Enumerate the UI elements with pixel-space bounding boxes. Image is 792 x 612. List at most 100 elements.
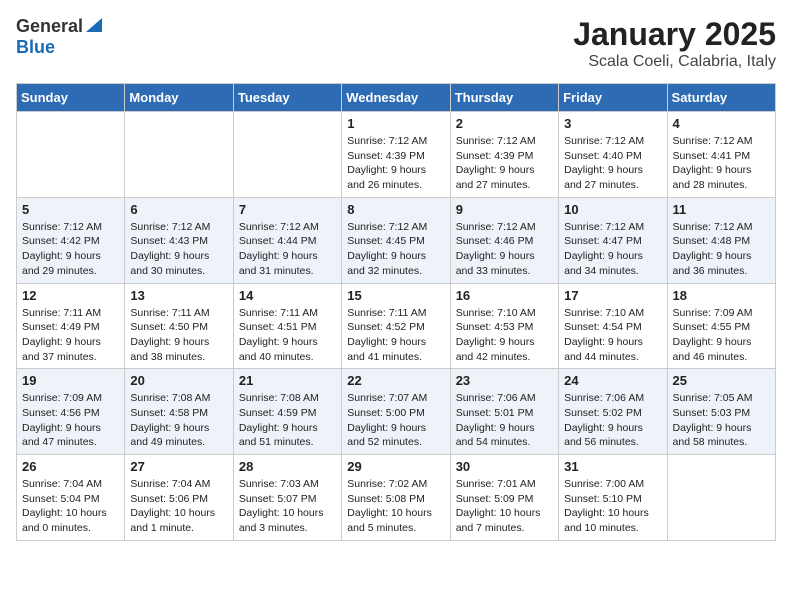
calendar-cell: 19 Sunrise: 7:09 AM Sunset: 4:56 PM Dayli… [17,369,125,455]
cell-details: Sunrise: 7:04 AM Sunset: 5:06 PM Dayligh… [130,477,227,536]
day-number: 30 [456,459,553,474]
calendar-cell [17,112,125,198]
calendar-cell: 16 Sunrise: 7:10 AM Sunset: 4:53 PM Dayli… [450,283,558,369]
day-number: 17 [564,288,661,303]
day-number: 31 [564,459,661,474]
day-number: 27 [130,459,227,474]
calendar-cell: 15 Sunrise: 7:11 AM Sunset: 4:52 PM Dayli… [342,283,450,369]
cell-details: Sunrise: 7:12 AM Sunset: 4:43 PM Dayligh… [130,220,227,279]
calendar-cell: 4 Sunrise: 7:12 AM Sunset: 4:41 PM Daylig… [667,112,775,198]
cell-details: Sunrise: 7:12 AM Sunset: 4:44 PM Dayligh… [239,220,336,279]
logo-general-text: General [16,16,83,37]
calendar-table: SundayMondayTuesdayWednesdayThursdayFrid… [16,83,776,541]
calendar-cell: 26 Sunrise: 7:04 AM Sunset: 5:04 PM Dayli… [17,455,125,541]
calendar-cell: 11 Sunrise: 7:12 AM Sunset: 4:48 PM Dayli… [667,197,775,283]
day-number: 23 [456,373,553,388]
calendar-cell: 3 Sunrise: 7:12 AM Sunset: 4:40 PM Daylig… [559,112,667,198]
calendar-cell: 28Sunrise: 7:03 AM Sunset: 5:07 PM Dayli… [233,455,341,541]
day-number: 13 [130,288,227,303]
cell-details: Sunrise: 7:12 AM Sunset: 4:39 PM Dayligh… [456,134,553,193]
day-number: 8 [347,202,444,217]
calendar-cell: 5 Sunrise: 7:12 AM Sunset: 4:42 PM Daylig… [17,197,125,283]
day-number: 26 [22,459,119,474]
calendar-cell [233,112,341,198]
calendar-cell: 29 Sunrise: 7:02 AM Sunset: 5:08 PM Dayli… [342,455,450,541]
calendar-cell: 25Sunrise: 7:05 AM Sunset: 5:03 PM Dayli… [667,369,775,455]
location: Scala Coeli, Calabria, Italy [573,53,776,71]
calendar-cell: 9 Sunrise: 7:12 AM Sunset: 4:46 PM Daylig… [450,197,558,283]
cell-details: Sunrise: 7:10 AM Sunset: 4:54 PM Dayligh… [564,306,661,365]
day-number: 15 [347,288,444,303]
day-number: 22 [347,373,444,388]
weekday-header-monday: Monday [125,84,233,112]
cell-details: Sunrise: 7:12 AM Sunset: 4:45 PM Dayligh… [347,220,444,279]
cell-details: Sunrise: 7:01 AM Sunset: 5:09 PM Dayligh… [456,477,553,536]
logo-blue-text: Blue [16,37,55,57]
day-number: 24 [564,373,661,388]
cell-details: Sunrise: 7:11 AM Sunset: 4:49 PM Dayligh… [22,306,119,365]
weekday-header-sunday: Sunday [17,84,125,112]
week-row-1: 1Sunrise: 7:12 AM Sunset: 4:39 PM Daylig… [17,112,776,198]
day-number: 18 [673,288,770,303]
day-number: 29 [347,459,444,474]
calendar-cell: 30 Sunrise: 7:01 AM Sunset: 5:09 PM Dayli… [450,455,558,541]
cell-details: Sunrise: 7:12 AM Sunset: 4:41 PM Dayligh… [673,134,770,193]
cell-details: Sunrise: 7:08 AM Sunset: 4:59 PM Dayligh… [239,391,336,450]
week-row-4: 19 Sunrise: 7:09 AM Sunset: 4:56 PM Dayli… [17,369,776,455]
cell-details: Sunrise: 7:06 AM Sunset: 5:02 PM Dayligh… [564,391,661,450]
logo-triangle-icon [86,18,102,37]
cell-details: Sunrise: 7:11 AM Sunset: 4:52 PM Dayligh… [347,306,444,365]
cell-details: Sunrise: 7:06 AM Sunset: 5:01 PM Dayligh… [456,391,553,450]
weekday-header-row: SundayMondayTuesdayWednesdayThursdayFrid… [17,84,776,112]
calendar-cell [125,112,233,198]
day-number: 5 [22,202,119,217]
day-number: 12 [22,288,119,303]
day-number: 3 [564,116,661,131]
weekday-header-wednesday: Wednesday [342,84,450,112]
calendar-cell: 6 Sunrise: 7:12 AM Sunset: 4:43 PM Daylig… [125,197,233,283]
cell-details: Sunrise: 7:03 AM Sunset: 5:07 PM Dayligh… [239,477,336,536]
day-number: 16 [456,288,553,303]
cell-details: Sunrise: 7:12 AM Sunset: 4:39 PM Dayligh… [347,134,444,193]
weekday-header-thursday: Thursday [450,84,558,112]
calendar-cell: 20 Sunrise: 7:08 AM Sunset: 4:58 PM Dayli… [125,369,233,455]
day-number: 9 [456,202,553,217]
calendar-cell: 1Sunrise: 7:12 AM Sunset: 4:39 PM Daylig… [342,112,450,198]
cell-details: Sunrise: 7:12 AM Sunset: 4:46 PM Dayligh… [456,220,553,279]
calendar-cell: 13Sunrise: 7:11 AM Sunset: 4:50 PM Dayli… [125,283,233,369]
week-row-5: 26 Sunrise: 7:04 AM Sunset: 5:04 PM Dayli… [17,455,776,541]
calendar-cell [667,455,775,541]
week-row-2: 5 Sunrise: 7:12 AM Sunset: 4:42 PM Daylig… [17,197,776,283]
cell-details: Sunrise: 7:09 AM Sunset: 4:56 PM Dayligh… [22,391,119,450]
weekday-header-saturday: Saturday [667,84,775,112]
day-number: 11 [673,202,770,217]
cell-details: Sunrise: 7:12 AM Sunset: 4:40 PM Dayligh… [564,134,661,193]
cell-details: Sunrise: 7:11 AM Sunset: 4:51 PM Dayligh… [239,306,336,365]
month-year: January 2025 [573,16,776,53]
day-number: 25 [673,373,770,388]
calendar-cell: 2 Sunrise: 7:12 AM Sunset: 4:39 PM Daylig… [450,112,558,198]
cell-details: Sunrise: 7:12 AM Sunset: 4:48 PM Dayligh… [673,220,770,279]
week-row-3: 12 Sunrise: 7:11 AM Sunset: 4:49 PM Dayli… [17,283,776,369]
day-number: 14 [239,288,336,303]
day-number: 19 [22,373,119,388]
cell-details: Sunrise: 7:04 AM Sunset: 5:04 PM Dayligh… [22,477,119,536]
calendar-cell: 10Sunrise: 7:12 AM Sunset: 4:47 PM Dayli… [559,197,667,283]
cell-details: Sunrise: 7:07 AM Sunset: 5:00 PM Dayligh… [347,391,444,450]
calendar-cell: 27 Sunrise: 7:04 AM Sunset: 5:06 PM Dayli… [125,455,233,541]
cell-details: Sunrise: 7:08 AM Sunset: 4:58 PM Dayligh… [130,391,227,450]
day-number: 6 [130,202,227,217]
weekday-header-tuesday: Tuesday [233,84,341,112]
calendar-cell: 18 Sunrise: 7:09 AM Sunset: 4:55 PM Dayli… [667,283,775,369]
day-number: 2 [456,116,553,131]
cell-details: Sunrise: 7:02 AM Sunset: 5:08 PM Dayligh… [347,477,444,536]
cell-details: Sunrise: 7:10 AM Sunset: 4:53 PM Dayligh… [456,306,553,365]
day-number: 4 [673,116,770,131]
calendar-cell: 24 Sunrise: 7:06 AM Sunset: 5:02 PM Dayli… [559,369,667,455]
weekday-header-friday: Friday [559,84,667,112]
cell-details: Sunrise: 7:12 AM Sunset: 4:42 PM Dayligh… [22,220,119,279]
day-number: 10 [564,202,661,217]
day-number: 21 [239,373,336,388]
day-number: 20 [130,373,227,388]
cell-details: Sunrise: 7:09 AM Sunset: 4:55 PM Dayligh… [673,306,770,365]
